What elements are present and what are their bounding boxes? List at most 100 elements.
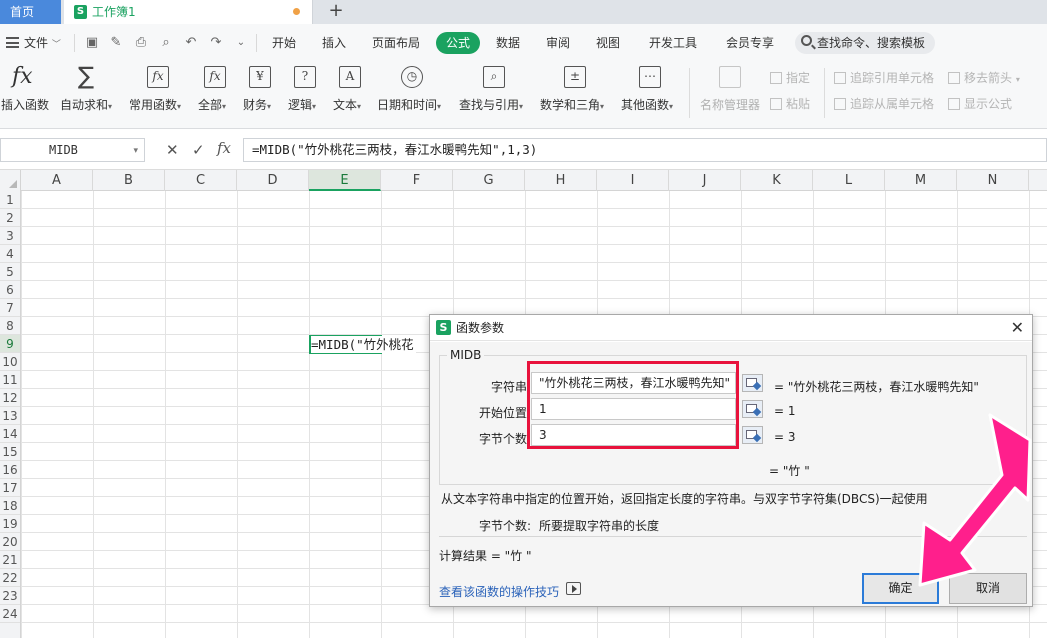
column-header-j[interactable]: J — [669, 170, 741, 191]
new-tab-button[interactable]: + — [326, 0, 346, 24]
common-functions-button[interactable]: fx 常用函数▾ — [127, 62, 187, 118]
row-header-21[interactable]: 21 — [0, 551, 20, 569]
column-header-i[interactable]: I — [597, 170, 669, 191]
menu-formulas[interactable]: 公式 — [436, 32, 480, 54]
menu-developer[interactable]: 开发工具 — [649, 24, 697, 62]
row-header-3[interactable]: 3 — [0, 227, 20, 245]
insert-function-button[interactable]: fx 插入函数 — [0, 62, 52, 118]
trace-dependents-button[interactable]: 追踪从属单元格 — [834, 95, 934, 112]
row-header-9[interactable]: 9 — [0, 335, 20, 353]
remove-arrows-button[interactable]: 移去箭头 ▾ — [948, 69, 1020, 86]
autosum-label: 自动求和▾ — [60, 98, 113, 112]
dialog-titlebar[interactable]: S 函数参数 ✕ — [430, 315, 1032, 341]
name-box[interactable]: MIDB ▾ — [0, 138, 145, 162]
select-all-corner[interactable] — [0, 170, 21, 191]
range-select-icon[interactable] — [742, 426, 763, 444]
column-header-k[interactable]: K — [741, 170, 813, 191]
all-functions-button[interactable]: fx 全部▾ — [195, 62, 235, 118]
row-header-13[interactable]: 13 — [0, 407, 20, 425]
confirm-formula-icon[interactable]: ✓ — [192, 140, 205, 160]
save-icon[interactable]: ▣ — [84, 35, 100, 51]
row-header-19[interactable]: 19 — [0, 515, 20, 533]
math-functions-button[interactable]: ± 数学和三角▾ — [538, 62, 614, 118]
show-formulas-button[interactable]: 显示公式 — [948, 95, 1012, 112]
menu-start[interactable]: 开始 — [272, 24, 296, 62]
row-header-4[interactable]: 4 — [0, 245, 20, 263]
trace-precedents-button[interactable]: 追踪引用单元格 — [834, 69, 934, 86]
column-header-h[interactable]: H — [525, 170, 597, 191]
menu-file[interactable]: 文件 ﹀ — [24, 24, 61, 64]
hamburger-menu-icon[interactable] — [6, 37, 19, 48]
row-header-1[interactable]: 1 — [0, 191, 20, 209]
redo-icon[interactable]: ↷ — [208, 35, 224, 51]
menu-insert[interactable]: 插入 — [322, 24, 346, 62]
column-header-e[interactable]: E — [309, 170, 381, 191]
function-name-label: MIDB — [447, 348, 485, 362]
paste-name-button[interactable]: 粘贴 — [770, 95, 810, 112]
column-header-m[interactable]: M — [885, 170, 957, 191]
command-search[interactable]: 查找命令、搜索模板 — [795, 32, 935, 54]
logic-functions-button[interactable]: ? 逻辑▾ — [285, 62, 325, 118]
specify-button[interactable]: 指定 — [770, 69, 810, 86]
menu-page-layout[interactable]: 页面布局 — [372, 24, 420, 62]
row-header-6[interactable]: 6 — [0, 281, 20, 299]
cancel-button[interactable]: 取消 — [949, 573, 1027, 604]
insert-function-fx-icon[interactable]: fx — [217, 139, 231, 157]
menu-data[interactable]: 数据 — [496, 24, 520, 62]
row-header-11[interactable]: 11 — [0, 371, 20, 389]
column-header-f[interactable]: F — [381, 170, 453, 191]
lookup-functions-button[interactable]: ⌕ 查找与引用▾ — [457, 62, 533, 118]
print-preview-icon[interactable]: ⌕ — [158, 35, 174, 51]
datetime-functions-button[interactable]: ◷ 日期和时间▾ — [375, 62, 451, 118]
range-select-icon[interactable] — [742, 374, 763, 392]
autosum-button[interactable]: ∑ 自动求和▾ — [58, 62, 118, 118]
function-tips-link[interactable]: 查看该函数的操作技巧 — [439, 583, 559, 600]
finance-icon: ¥ — [249, 66, 271, 88]
menu-member[interactable]: 会员专享 — [726, 24, 774, 62]
other-functions-button[interactable]: ⋯ 其他函数▾ — [619, 62, 683, 118]
row-header-14[interactable]: 14 — [0, 425, 20, 443]
format-painter-icon[interactable]: ✎ — [108, 35, 124, 51]
print-icon[interactable]: ⎙ — [133, 35, 149, 51]
close-icon[interactable]: ✕ — [1011, 318, 1024, 338]
column-header-g[interactable]: G — [453, 170, 525, 191]
all-functions-icon: fx — [204, 66, 226, 88]
customize-toolbar-icon[interactable]: ⌄ — [233, 35, 249, 51]
menu-review[interactable]: 审阅 — [546, 24, 570, 62]
name-manager-label: 名称管理器 — [700, 98, 761, 112]
row-header-18[interactable]: 18 — [0, 497, 20, 515]
row-header-2[interactable]: 2 — [0, 209, 20, 227]
formula-input[interactable]: =MIDB("竹外桃花三两枝，春江水暖鸭先知",1,3) — [243, 138, 1047, 162]
row-header-22[interactable]: 22 — [0, 569, 20, 587]
row-header-15[interactable]: 15 — [0, 443, 20, 461]
column-header-b[interactable]: B — [93, 170, 165, 191]
column-header-n[interactable]: N — [957, 170, 1029, 191]
column-header-c[interactable]: C — [165, 170, 237, 191]
finance-functions-button[interactable]: ¥ 财务▾ — [240, 62, 280, 118]
row-header-20[interactable]: 20 — [0, 533, 20, 551]
row-header-16[interactable]: 16 — [0, 461, 20, 479]
row-header-23[interactable]: 23 — [0, 587, 20, 605]
column-header-d[interactable]: D — [237, 170, 309, 191]
row-header-24[interactable]: 24 — [0, 605, 20, 623]
row-header-8[interactable]: 8 — [0, 317, 20, 335]
text-functions-button[interactable]: A 文本▾ — [330, 62, 370, 118]
row-header-7[interactable]: 7 — [0, 299, 20, 317]
range-select-icon[interactable] — [742, 400, 763, 418]
search-icon — [801, 35, 812, 46]
row-header-5[interactable]: 5 — [0, 263, 20, 281]
row-header-12[interactable]: 12 — [0, 389, 20, 407]
chevron-down-icon[interactable]: ▾ — [133, 140, 138, 162]
ok-button[interactable]: 确定 — [862, 573, 939, 604]
column-header-l[interactable]: L — [813, 170, 885, 191]
undo-icon[interactable]: ↶ — [183, 35, 199, 51]
row-header-10[interactable]: 10 — [0, 353, 20, 371]
tab-home[interactable]: 首页 — [0, 0, 61, 24]
cancel-formula-icon[interactable]: ✕ — [166, 140, 179, 160]
tab-workbook[interactable]: S 工作簿1 — [64, 0, 313, 24]
column-header-a[interactable]: A — [21, 170, 93, 191]
row-header-17[interactable]: 17 — [0, 479, 20, 497]
name-manager-button[interactable]: 名称管理器 — [697, 62, 763, 118]
menu-view[interactable]: 视图 — [596, 24, 620, 62]
video-play-icon[interactable] — [566, 582, 581, 595]
